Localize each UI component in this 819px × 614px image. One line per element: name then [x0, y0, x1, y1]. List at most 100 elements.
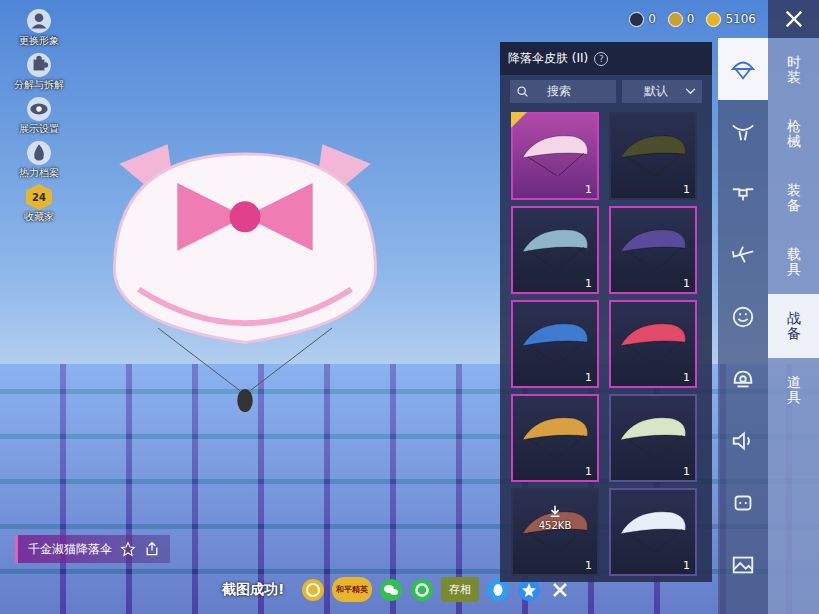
category-tab[interactable]: 战备: [768, 294, 819, 358]
category-icon-tab[interactable]: [718, 38, 768, 100]
category-tab[interactable]: 装备: [768, 166, 819, 230]
glider-icon: [730, 118, 756, 144]
download-size: 452KB: [539, 520, 572, 531]
skin-panel: 降落伞皮肤 (II) ? 搜索 默认 1 1 1 1 1 1 1 1 452KB…: [500, 42, 712, 582]
category-icons: [718, 38, 768, 614]
tab-label: 枪械: [787, 119, 801, 150]
currency-list: 0 0 5106: [500, 12, 768, 27]
skin-item[interactable]: 1: [609, 488, 697, 576]
search-placeholder: 搜索: [547, 83, 571, 100]
currency-value: 0: [687, 12, 695, 26]
plane-icon: [730, 242, 756, 268]
skin-item[interactable]: 1: [511, 206, 599, 294]
category-tab[interactable]: 枪械: [768, 102, 819, 166]
skin-item[interactable]: 1: [609, 112, 697, 200]
game-share-button[interactable]: 和平精英: [332, 577, 372, 602]
panel-title: 降落伞皮肤 (II): [508, 50, 588, 67]
scene-area: 更换形象 分解与拆解 展示设置 热力档案 24 收藏家 千金淑猫降落伞 截图成功!…: [0, 0, 500, 614]
panel-header: 降落伞皮肤 (II) ?: [500, 42, 712, 75]
sort-dropdown[interactable]: 默认: [622, 80, 702, 103]
category-icon-tab[interactable]: [718, 534, 768, 596]
parachute-icon: [519, 318, 591, 370]
hud-item[interactable]: 展示设置: [2, 96, 76, 136]
hud-label: 展示设置: [19, 122, 59, 136]
download-icon: [548, 504, 562, 518]
coin-icon: [629, 12, 644, 27]
chevron-down-icon: [685, 88, 696, 95]
category-tab[interactable]: 时装: [768, 38, 819, 102]
category-icon-tab[interactable]: [718, 162, 768, 224]
flame-icon: [26, 140, 52, 166]
parachute-icon: [617, 506, 689, 558]
parachute-icon: [617, 224, 689, 276]
close-icon[interactable]: [783, 8, 805, 30]
screenshot-toast: 截图成功! 和平精英 存相: [222, 577, 500, 602]
category-icon-tab[interactable]: [718, 286, 768, 348]
share-icon[interactable]: [144, 541, 160, 557]
save-button[interactable]: 存相: [441, 577, 479, 602]
wechat-icon[interactable]: [379, 578, 403, 602]
search-field[interactable]: 搜索: [510, 80, 616, 103]
skin-item[interactable]: 1: [511, 112, 599, 200]
currency: 0: [629, 12, 656, 27]
hud-label: 收藏家: [24, 210, 54, 224]
item-count: 1: [585, 559, 592, 572]
item-name: 千金淑猫降落伞: [28, 541, 112, 558]
category-tab[interactable]: 道具: [768, 358, 819, 422]
moments-icon[interactable]: [410, 578, 434, 602]
coin-icon[interactable]: [301, 578, 325, 602]
drone-icon: [730, 180, 756, 206]
item-count: 1: [683, 371, 690, 384]
currency-value: 5106: [725, 12, 756, 26]
item-count: 1: [585, 371, 592, 384]
skin-item[interactable]: 1: [609, 300, 697, 388]
selected-tag: [511, 112, 527, 128]
item-count: 1: [683, 559, 690, 572]
emote-icon: [730, 304, 756, 330]
game-screen: 更换形象 分解与拆解 展示设置 热力档案 24 收藏家 千金淑猫降落伞 截图成功!…: [0, 0, 819, 614]
robot-icon: [730, 490, 756, 516]
tab-label: 装备: [787, 183, 801, 214]
download-status: 452KB: [513, 504, 597, 531]
hud-item[interactable]: 24 收藏家: [2, 184, 76, 224]
skin-item[interactable]: 452KB 1: [511, 488, 599, 576]
category-icon-tab[interactable]: [718, 410, 768, 472]
item-count: 1: [585, 465, 592, 478]
parachute-icon: [617, 318, 689, 370]
skin-item[interactable]: 1: [511, 300, 599, 388]
sort-value: 默认: [644, 83, 668, 100]
star-icon[interactable]: [120, 541, 136, 557]
toast-message: 截图成功!: [222, 581, 284, 599]
hud-label: 热力档案: [19, 166, 59, 180]
tab-label: 道具: [787, 375, 801, 406]
tab-label: 战备: [787, 311, 801, 342]
hud-item[interactable]: 分解与拆解: [2, 52, 76, 92]
helmet-icon: [730, 366, 756, 392]
category-icon-tab[interactable]: [718, 472, 768, 534]
item-name-bar: 千金淑猫降落伞: [15, 535, 170, 563]
puzzle-icon: [26, 52, 52, 78]
category-icon-tab[interactable]: [718, 348, 768, 410]
category-tab[interactable]: 载具: [768, 230, 819, 294]
skin-grid: 1 1 1 1 1 1 1 1 452KB 1 1: [500, 108, 712, 582]
parachute-preview-icon[interactable]: [100, 125, 390, 415]
category-icon-tab[interactable]: [718, 224, 768, 286]
avatar-icon: [26, 8, 52, 34]
close-button[interactable]: [768, 0, 819, 38]
hud-item[interactable]: 热力档案: [2, 140, 76, 180]
item-count: 1: [683, 183, 690, 196]
parachute-icon: [519, 130, 591, 182]
collector-badge: 24: [26, 184, 52, 210]
eye-icon: [26, 96, 52, 122]
skin-item[interactable]: 1: [609, 394, 697, 482]
skin-item[interactable]: 1: [511, 394, 599, 482]
top-bar: 0 0 5106: [500, 0, 819, 38]
currency: 5106: [706, 12, 756, 27]
item-count: 1: [585, 277, 592, 290]
help-button[interactable]: ?: [594, 52, 608, 66]
hud-label: 分解与拆解: [14, 78, 64, 92]
category-icon-tab[interactable]: [718, 100, 768, 162]
skin-item[interactable]: 1: [609, 206, 697, 294]
hud-item[interactable]: 更换形象: [2, 8, 76, 48]
parachute-icon: [519, 224, 591, 276]
